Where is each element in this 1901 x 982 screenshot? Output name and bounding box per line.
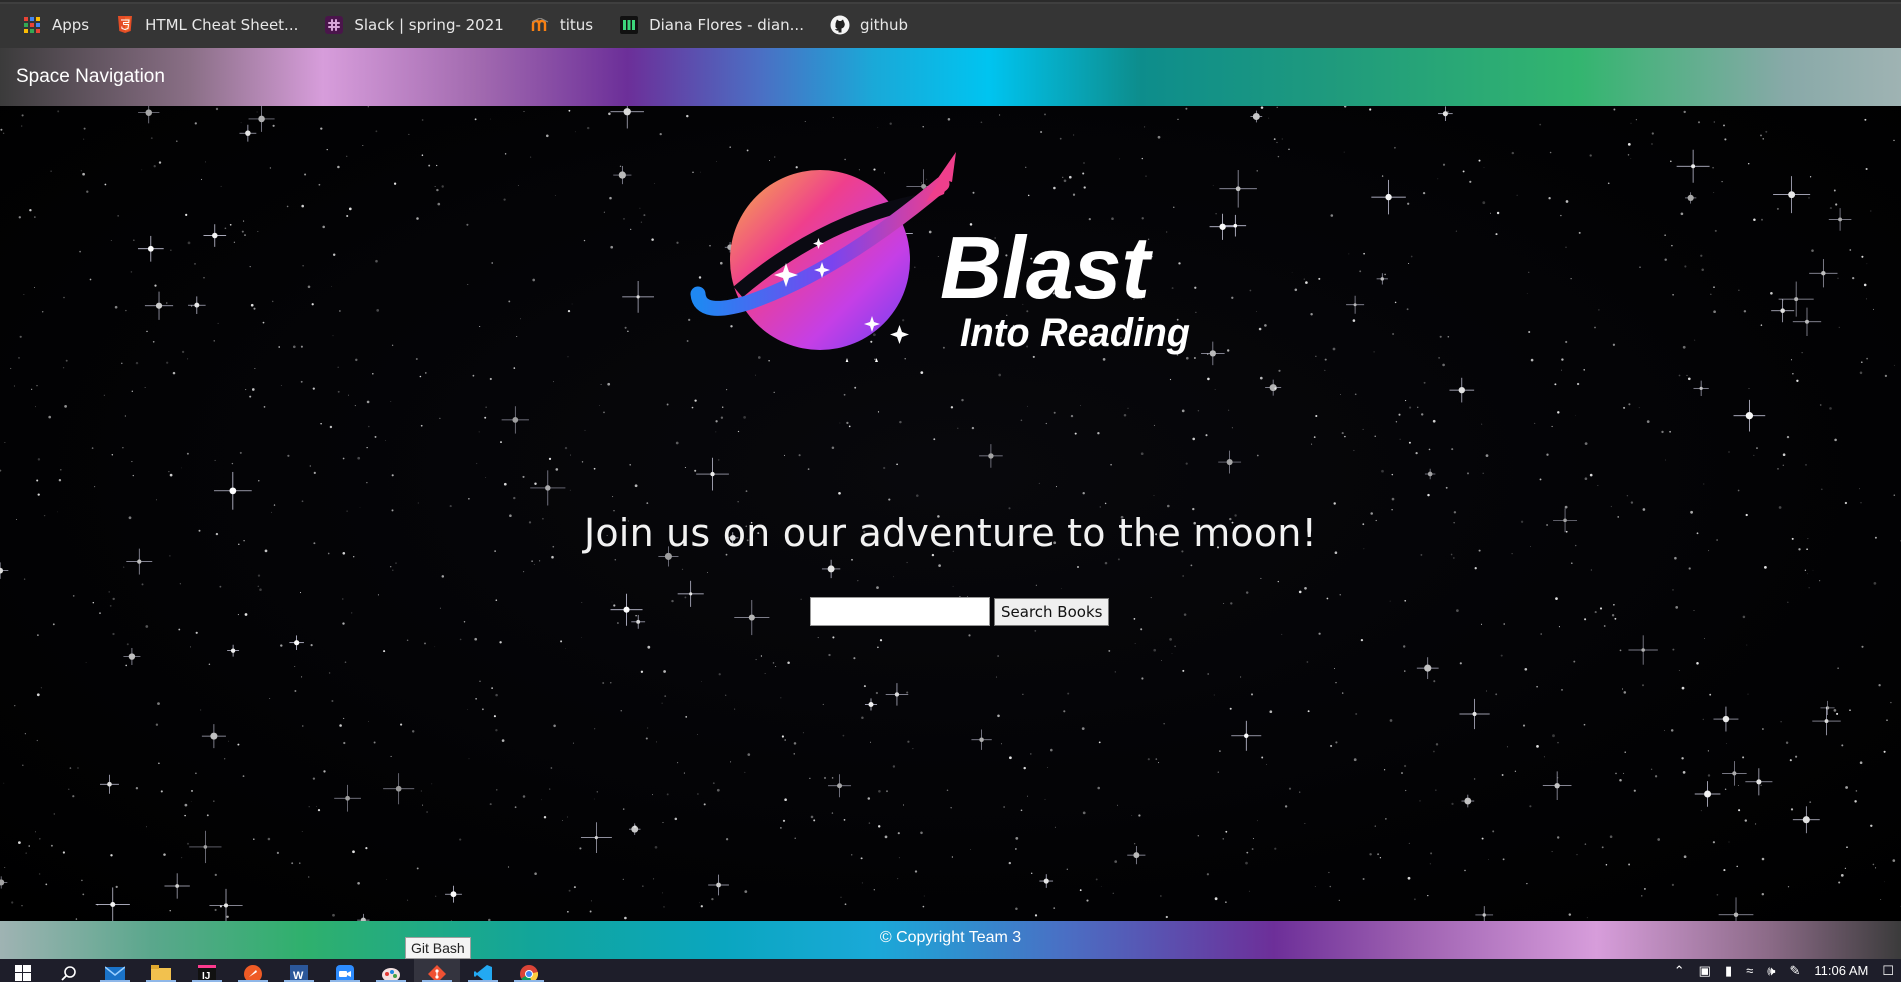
moodle-icon [530, 15, 550, 35]
vscode-icon[interactable] [460, 959, 506, 982]
mail-icon[interactable] [92, 959, 138, 982]
handshake-icon [619, 15, 639, 35]
word-icon[interactable]: W [276, 959, 322, 982]
search-icon[interactable] [46, 959, 92, 982]
bookmark-html-cheat-sheet[interactable]: HTML Cheat Sheet... [109, 9, 306, 41]
footer-copyright: © Copyright Team 3 [879, 929, 1022, 946]
top-navbar: Space Navigation [0, 48, 1901, 106]
network-icon[interactable]: ≈ [1746, 963, 1753, 978]
volume-icon[interactable]: 🕪 [1767, 963, 1775, 979]
book-search-input[interactable] [810, 597, 990, 626]
logo-title: Blast [940, 218, 1154, 317]
web-page: Space Navigation Blast Into Reading Join… [0, 48, 1901, 959]
chevron-up-icon[interactable]: ⌃ [1674, 963, 1685, 979]
bookmark-slack[interactable]: Slack | spring- 2021 [318, 9, 511, 41]
bookmark-label: Apps [52, 16, 90, 34]
bookmark-apps[interactable]: Apps [16, 9, 97, 41]
book-search-form: Search Books [810, 597, 1110, 626]
battery-icon[interactable]: ▮ [1725, 963, 1732, 979]
hero-headline: Join us on our adventure to the moon! [583, 511, 1318, 555]
taskbar-tooltip: Git Bash [405, 937, 471, 959]
bookmark-titus[interactable]: titus [524, 9, 601, 41]
github-octocat-icon [830, 15, 850, 35]
bookmark-label: HTML Cheat Sheet... [145, 16, 299, 34]
notifications-icon[interactable]: ☐ [1882, 963, 1894, 979]
system-tray: ⌃ ▣ ▮ ≈ 🕪 ✎ 11:06 AM ☐ [1667, 959, 1901, 982]
bookmark-diana-flores[interactable]: Diana Flores - dian... [613, 9, 812, 41]
page-footer: © Copyright Team 3 [0, 921, 1901, 959]
slack-icon [324, 15, 344, 35]
zoom-icon[interactable] [322, 959, 368, 982]
bookmarks-bar: Apps HTML Cheat Sheet... Slack | spring-… [0, 0, 1901, 48]
file-explorer-icon[interactable] [138, 959, 184, 982]
blast-into-reading-logo: Blast Into Reading [690, 132, 1190, 374]
bookmark-github[interactable]: github [824, 9, 916, 41]
git-bash-icon[interactable] [414, 959, 460, 982]
bookmark-label: titus [559, 16, 594, 34]
search-books-button[interactable]: Search Books [994, 597, 1110, 626]
postman-icon[interactable] [230, 959, 276, 982]
bookmark-label: Diana Flores - dian... [649, 16, 804, 34]
bookmark-label: github [859, 16, 909, 34]
svg-text:IJ: IJ [202, 971, 210, 982]
svg-text:W: W [293, 970, 304, 982]
windows-start-icon[interactable] [0, 959, 46, 982]
chrome-icon[interactable] [506, 959, 552, 982]
html5-shield-icon [115, 15, 135, 35]
pen-icon[interactable]: ✎ [1789, 963, 1800, 979]
logo-graphic: Blast Into Reading [690, 152, 1190, 374]
apps-grid-icon [22, 15, 42, 35]
windows-taskbar: IJ W ⌃ ▣ ▮ ≈ 🕪 ✎ 11:06 AM ☐ [0, 959, 1901, 982]
clock[interactable]: 11:06 AM [1814, 963, 1868, 978]
paint-icon[interactable] [368, 959, 414, 982]
logo-subtitle: Into Reading [960, 311, 1190, 355]
planet-icon [690, 152, 956, 374]
nav-title[interactable]: Space Navigation [16, 66, 165, 88]
meet-now-icon[interactable]: ▣ [1699, 963, 1711, 979]
bookmark-label: Slack | spring- 2021 [354, 16, 504, 34]
intellij-icon[interactable]: IJ [184, 959, 230, 982]
